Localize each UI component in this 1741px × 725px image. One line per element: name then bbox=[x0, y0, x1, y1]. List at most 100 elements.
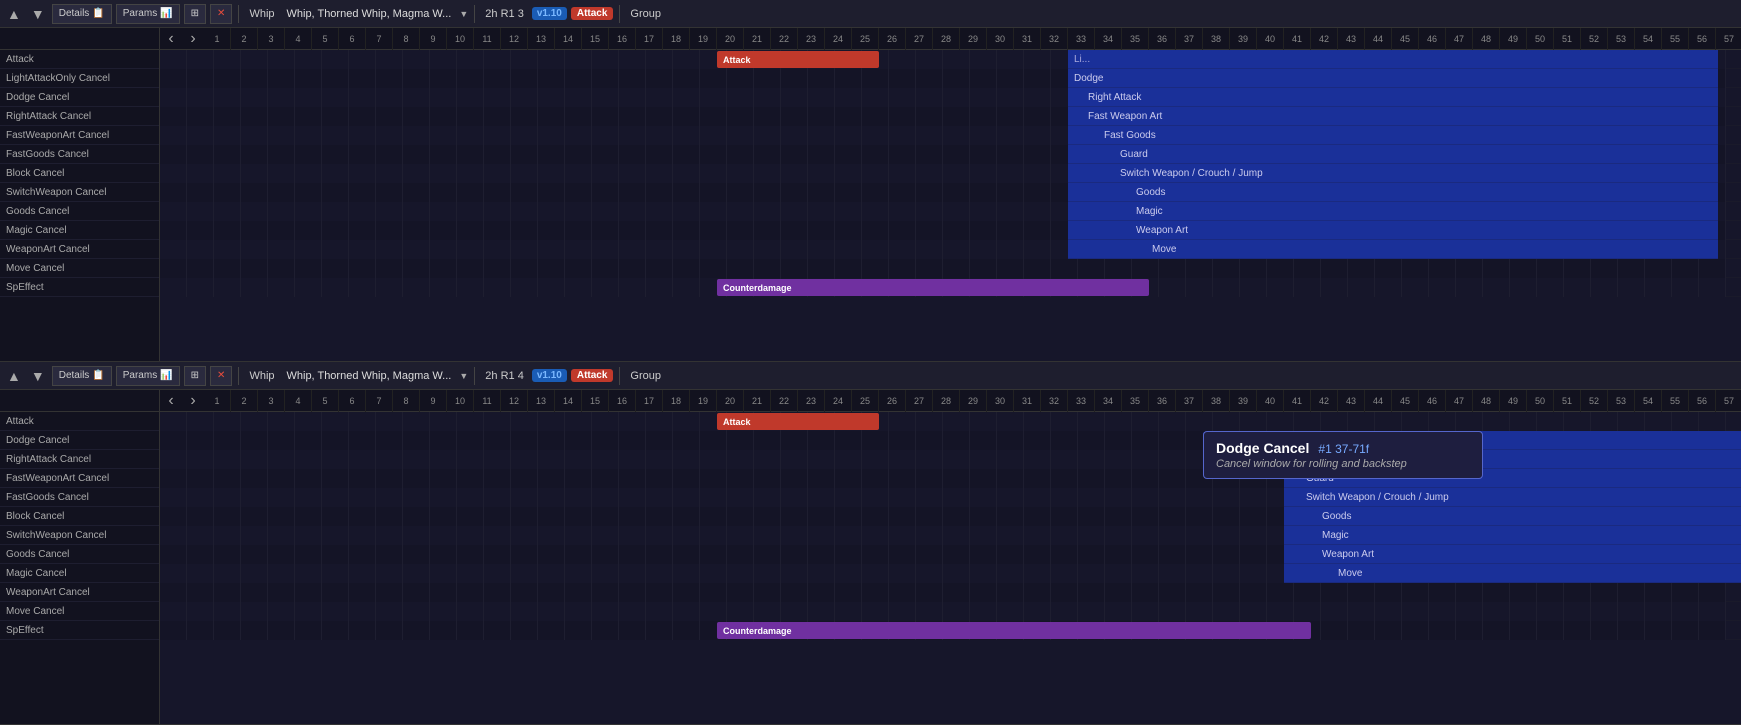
cell-r3-f4 bbox=[268, 107, 295, 126]
frame-num-9: 9 bbox=[420, 390, 447, 412]
frame-num-6: 6 bbox=[339, 28, 366, 50]
cell-r4-f7 bbox=[349, 126, 376, 145]
cell-r4-f32 bbox=[1024, 488, 1051, 507]
panel1-prev-btn[interactable]: ‹ bbox=[160, 28, 182, 50]
cell-r2-f22 bbox=[754, 88, 781, 107]
cell-r8-f39 bbox=[1213, 564, 1240, 583]
panel1-grid-btn[interactable]: ⊞ bbox=[184, 4, 206, 24]
cell-r10-f8 bbox=[376, 602, 403, 621]
frame-num-1: 1 bbox=[204, 390, 231, 412]
cell-r6-f14 bbox=[538, 526, 565, 545]
cell-r1-f11 bbox=[457, 431, 484, 450]
cell-r0-f17 bbox=[619, 50, 646, 69]
cell-r0-f6 bbox=[322, 50, 349, 69]
panel2-up-btn[interactable]: ▲ bbox=[4, 366, 24, 386]
cell-r3-f3 bbox=[241, 469, 268, 488]
cell-r10-f45 bbox=[1375, 602, 1402, 621]
cell-r8-f2 bbox=[214, 564, 241, 583]
frame-num-32: 32 bbox=[1041, 28, 1068, 50]
cell-r11-f33 bbox=[1051, 259, 1078, 278]
panel2-close-btn[interactable]: ✕ bbox=[210, 366, 232, 386]
cell-r9-f4 bbox=[268, 583, 295, 602]
cell-r5-f20 bbox=[700, 507, 727, 526]
cell-r0-f37 bbox=[1159, 412, 1186, 431]
panel2-timeline-rows: Attack Dodge Counterdamage Right Attack … bbox=[160, 412, 1741, 652]
cascade2-move: Move bbox=[1284, 564, 1741, 583]
frame-num-27: 27 bbox=[906, 28, 933, 50]
cell-r7-f25 bbox=[835, 183, 862, 202]
cell-r5-f31 bbox=[997, 507, 1024, 526]
panel1-timeline-scroll[interactable]: ‹ › 123456789101112131415161718192021222… bbox=[160, 28, 1741, 361]
cell-r1-f20 bbox=[700, 431, 727, 450]
label-goods-1: Goods Cancel bbox=[0, 202, 159, 221]
cell-r0-f3 bbox=[241, 412, 268, 431]
cell-r11-f56 bbox=[1672, 621, 1699, 640]
cell-r9-f25 bbox=[835, 583, 862, 602]
cell-r12-f11 bbox=[457, 278, 484, 297]
cell-r12-f15 bbox=[565, 278, 592, 297]
panel1-details-btn[interactable]: Details 📋 bbox=[52, 4, 112, 24]
cell-r10-f3 bbox=[241, 240, 268, 259]
cell-r6-f34 bbox=[1078, 526, 1105, 545]
cell-r9-f30 bbox=[970, 583, 997, 602]
cell-r0-f32 bbox=[1024, 50, 1051, 69]
panel1-next-btn[interactable]: › bbox=[182, 28, 204, 50]
cell-r2-f4 bbox=[268, 88, 295, 107]
cell-r8-f0 bbox=[160, 564, 187, 583]
cell-r3-f8 bbox=[376, 469, 403, 488]
cell-r2-f24 bbox=[808, 88, 835, 107]
cell-r0-f11 bbox=[457, 50, 484, 69]
cell-r3-f8 bbox=[376, 107, 403, 126]
cell-r2-f28 bbox=[916, 88, 943, 107]
panel1-down-btn[interactable]: ▼ bbox=[28, 4, 48, 24]
cell-r2-f29 bbox=[943, 88, 970, 107]
cell-r1-f7 bbox=[349, 431, 376, 450]
cell-r7-f5 bbox=[295, 545, 322, 564]
panel1-up-btn[interactable]: ▲ bbox=[4, 4, 24, 24]
panel2-timeline-scroll[interactable]: ‹ › 123456789101112131415161718192021222… bbox=[160, 390, 1741, 724]
cell-r11-f50 bbox=[1510, 621, 1537, 640]
cell-r3-f23 bbox=[781, 107, 808, 126]
cell-r1-f15 bbox=[565, 431, 592, 450]
cell-r11-f19 bbox=[673, 259, 700, 278]
cell-r8-f19 bbox=[673, 202, 700, 221]
cell-r6-f5 bbox=[295, 164, 322, 183]
panel2-details-btn[interactable]: Details 📋 bbox=[52, 366, 112, 386]
panel1-weapon-dropdown[interactable]: ▼ bbox=[459, 9, 468, 19]
panel2-down-btn[interactable]: ▼ bbox=[28, 366, 48, 386]
cell-r3-f30 bbox=[970, 107, 997, 126]
cell-r9-f54 bbox=[1618, 583, 1645, 602]
cell-r2-f3 bbox=[241, 88, 268, 107]
cell-r5-f34 bbox=[1078, 507, 1105, 526]
tooltip-title: Dodge Cancel bbox=[1216, 440, 1309, 456]
panel2-grid-btn[interactable]: ⊞ bbox=[184, 366, 206, 386]
cell-r2-f10 bbox=[430, 450, 457, 469]
cell-r3-f24 bbox=[808, 107, 835, 126]
cell-r9-f6 bbox=[322, 221, 349, 240]
frame-num-8: 8 bbox=[393, 28, 420, 50]
panel2-prev-btn[interactable]: ‹ bbox=[160, 390, 182, 412]
cell-r11-f18 bbox=[646, 259, 673, 278]
cell-r1-f21 bbox=[727, 431, 754, 450]
cell-r10-f21 bbox=[727, 240, 754, 259]
cell-r3-f6 bbox=[322, 107, 349, 126]
cell-r3-f22 bbox=[754, 469, 781, 488]
cell-r7-f1 bbox=[187, 545, 214, 564]
cell-r11-f43 bbox=[1321, 621, 1348, 640]
panel1-params-btn[interactable]: Params 📊 bbox=[116, 4, 180, 24]
cell-r0-f18 bbox=[646, 50, 673, 69]
cell-r0-f32 bbox=[1024, 412, 1051, 431]
cell-r10-f50 bbox=[1510, 602, 1537, 621]
panel1-close-btn[interactable]: ✕ bbox=[210, 4, 232, 24]
cell-r8-f1 bbox=[187, 202, 214, 221]
cell-r1-f24 bbox=[808, 69, 835, 88]
panel2-weapon-dropdown[interactable]: ▼ bbox=[459, 371, 468, 381]
cell-r5-f11 bbox=[457, 145, 484, 164]
cell-r3-f10 bbox=[430, 107, 457, 126]
cell-r2-f20 bbox=[700, 450, 727, 469]
cell-r6-f35 bbox=[1105, 526, 1132, 545]
cell-r2-f8 bbox=[376, 450, 403, 469]
panel2-next-btn[interactable]: › bbox=[182, 390, 204, 412]
cell-r6-f26 bbox=[862, 164, 889, 183]
panel2-params-btn[interactable]: Params 📊 bbox=[116, 366, 180, 386]
